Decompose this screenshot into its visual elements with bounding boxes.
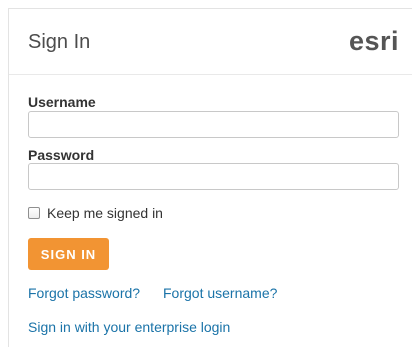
sign-in-button[interactable]: SIGN IN <box>28 238 109 270</box>
esri-logo: esri <box>349 26 400 56</box>
keep-signed-in-label[interactable]: Keep me signed in <box>47 205 163 221</box>
username-label: Username <box>28 94 96 110</box>
username-input[interactable] <box>28 111 399 138</box>
page-title: Sign In <box>28 31 91 53</box>
sign-in-panel: Sign In esri Username Password Keep me s… <box>8 8 412 347</box>
forgot-password-link[interactable]: Forgot password? <box>28 285 140 301</box>
keep-signed-in-checkbox[interactable] <box>28 207 40 219</box>
password-input[interactable] <box>28 163 399 190</box>
enterprise-login-link[interactable]: Sign in with your enterprise login <box>28 319 230 335</box>
panel-header: Sign In esri <box>9 9 412 75</box>
forgot-username-link[interactable]: Forgot username? <box>163 285 277 301</box>
password-label: Password <box>28 147 95 163</box>
keep-signed-in-row[interactable]: Keep me signed in <box>28 205 163 221</box>
